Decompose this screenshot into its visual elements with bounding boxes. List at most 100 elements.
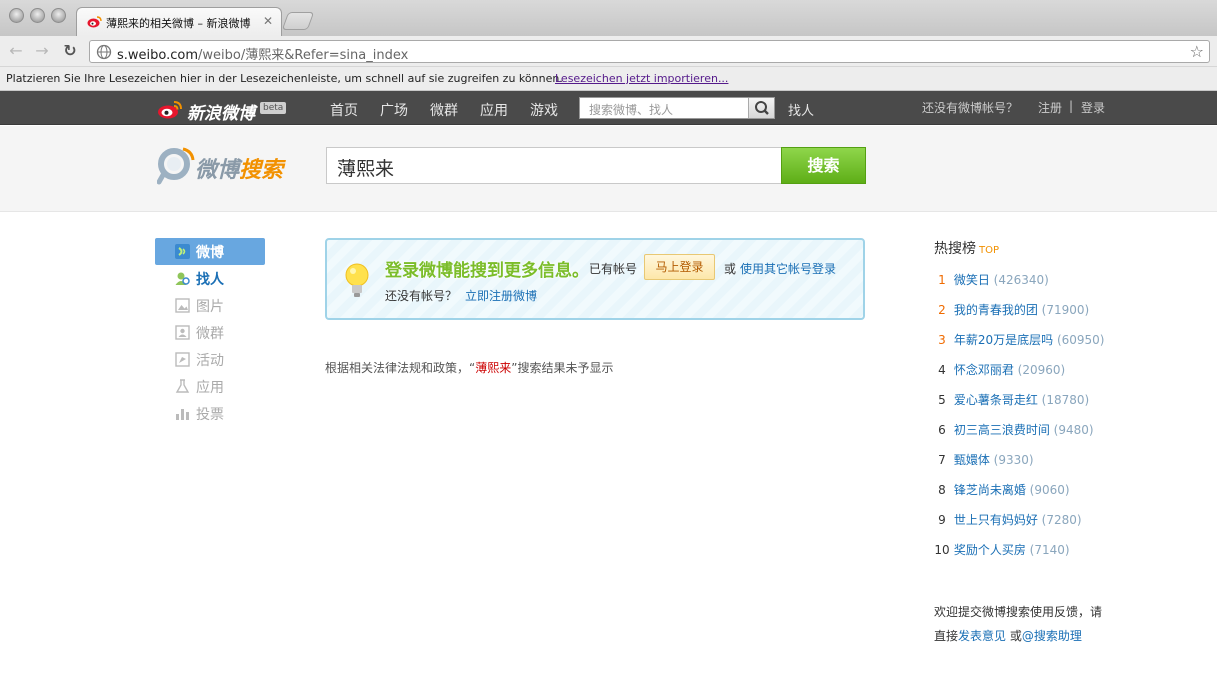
sidebar-item-groups[interactable]: 微群 (155, 319, 265, 346)
hot-count: (60950) (1056, 333, 1105, 347)
tab-close-icon[interactable]: ✕ (263, 14, 273, 28)
hot-topic[interactable]: 锋芝尚未离婚 (954, 483, 1026, 497)
nav-square[interactable]: 广场 (380, 100, 408, 120)
main-search-input[interactable]: 薄熙来 (326, 147, 782, 184)
reload-icon[interactable]: ↻ (60, 40, 80, 62)
hot-item[interactable]: 7 甄嬛体 (9330) (934, 451, 1034, 468)
browser-tab-bar: 薄熙来的相关微博 – 新浪微博 ✕ (0, 0, 1217, 36)
other-account-login-link[interactable]: 使用其它帐号登录 (740, 260, 836, 277)
sidebar-item-people[interactable]: 找人 (155, 265, 265, 292)
sidebar-item-images[interactable]: 图片 (155, 292, 265, 319)
hot-search-list: 热搜榜 TOP 1 微笑日 (426340) 2 我的青春我的团 (71900) … (934, 238, 1134, 557)
search-logo-part2: 搜索 (239, 158, 284, 183)
hot-topic[interactable]: 我的青春我的团 (954, 303, 1038, 317)
register-now-link[interactable]: 立即注册微博 (465, 287, 537, 304)
hot-item[interactable]: 3 年薪20万是底层吗 (60950) (934, 331, 1104, 348)
hot-rank: 9 (938, 513, 946, 527)
weibo-favicon-icon (87, 16, 102, 28)
sidebar-item-weibo[interactable]: 微博 (155, 238, 265, 265)
url-text[interactable]: s.weibo.com/weibo/薄熙来&Refer=sina_index (117, 44, 408, 63)
hot-rank: 10 (934, 543, 950, 557)
top-search-placeholder: 搜索微博、找人 (589, 103, 674, 117)
hot-count: (9060) (1029, 483, 1070, 497)
hot-topic[interactable]: 年薪20万是底层吗 (954, 333, 1053, 347)
no-account-text: 还没有微博帐号？ (922, 101, 1019, 115)
top-badge: TOP (979, 245, 1000, 256)
hot-rank: 2 (938, 303, 946, 317)
sidebar-item-label: 应用 (196, 380, 224, 396)
import-bookmarks-link[interactable]: Lesezeichen jetzt importieren... (555, 72, 728, 85)
new-tab-button[interactable] (281, 12, 315, 30)
hot-item[interactable]: 8 锋芝尚未离婚 (9060) (934, 481, 1070, 498)
top-search-button[interactable] (748, 98, 774, 118)
sidebar-item-label: 微群 (196, 326, 224, 342)
hot-rank: 6 (938, 423, 946, 437)
bookmarks-message: Platzieren Sie Ihre Lesezeichen hier in … (6, 72, 563, 85)
hot-count: (9330) (993, 453, 1034, 467)
search-header: 微博搜索 薄熙来 搜索 (0, 126, 1217, 212)
register-link[interactable]: 注册 (1038, 99, 1062, 116)
hot-item[interactable]: 4 怀念邓丽君 (20960) (934, 361, 1065, 378)
nav-home[interactable]: 首页 (330, 100, 358, 120)
hot-count: (18780) (1041, 393, 1090, 407)
hot-item[interactable]: 1 微笑日 (426340) (934, 271, 1049, 288)
bookmark-star-icon[interactable]: ☆ (1190, 42, 1204, 61)
browser-toolbar: ← → ↻ s.weibo.com/weibo/薄熙来&Refer=sina_i… (0, 36, 1217, 67)
globe-icon (96, 44, 112, 60)
hot-topic[interactable]: 初三高三浪费时间 (954, 423, 1050, 437)
hot-topic[interactable]: 世上只有妈妈好 (954, 513, 1038, 527)
hot-topic[interactable]: 怀念邓丽君 (954, 363, 1014, 377)
search-logo-icon (157, 147, 195, 185)
beta-badge: beta (260, 102, 287, 114)
sidebar-item-events[interactable]: 活动 (155, 346, 265, 373)
top-search-input[interactable]: 搜索微博、找人 (579, 97, 775, 119)
hot-item[interactable]: 6 初三高三浪费时间 (9480) (934, 421, 1093, 438)
close-window-button[interactable] (9, 8, 24, 23)
hot-topic[interactable]: 爱心薯条哥走红 (954, 393, 1038, 407)
hot-rank: 4 (938, 363, 946, 377)
sidebar-item-apps[interactable]: 应用 (155, 373, 265, 400)
zoom-window-button[interactable] (51, 8, 66, 23)
forward-arrow-icon[interactable]: → (32, 40, 52, 62)
weibo-search-logo[interactable]: 微博搜索 (157, 144, 297, 188)
image-icon (175, 298, 190, 313)
hot-topic[interactable]: 奖励个人买房 (954, 543, 1026, 557)
sidebar-item-label: 投票 (196, 407, 224, 423)
hot-item[interactable]: 5 爱心薯条哥走红 (18780) (934, 391, 1089, 408)
hot-count: (426340) (993, 273, 1049, 287)
hot-item[interactable]: 2 我的青春我的团 (71900) (934, 301, 1089, 318)
login-link[interactable]: 登录 (1081, 99, 1105, 116)
login-now-button[interactable]: 马上登录 (644, 254, 715, 280)
address-bar[interactable]: s.weibo.com/weibo/薄熙来&Refer=sina_index ☆ (89, 40, 1210, 63)
censored-keyword: 薄熙来 (475, 361, 512, 375)
minimize-window-button[interactable] (30, 8, 45, 23)
feedback-prefix: 直接 (934, 629, 959, 643)
hot-list-title: 热搜榜 TOP (934, 238, 1134, 258)
has-account-text: 已有帐号 (589, 262, 638, 276)
back-arrow-icon[interactable]: ← (6, 40, 26, 62)
weibo-icon (175, 244, 190, 259)
browser-tab[interactable]: 薄熙来的相关微博 – 新浪微博 ✕ (76, 7, 282, 36)
lightbulb-icon (345, 263, 369, 297)
hot-item[interactable]: 9 世上只有妈妈好 (7280) (934, 511, 1081, 528)
group-icon (175, 325, 190, 340)
search-assistant-link[interactable]: @搜索助理 (1022, 629, 1082, 643)
hot-topic[interactable]: 甄嬛体 (954, 453, 990, 467)
nav-groups[interactable]: 微群 (430, 100, 458, 120)
or-text: 或 (724, 262, 737, 276)
search-category-sidebar: 微博 找人 图片 微群 活动 应用 投票 (155, 238, 265, 427)
hot-item[interactable]: 10 奖励个人买房 (7140) (934, 541, 1069, 558)
weibo-eye-icon (158, 101, 182, 119)
censorship-suffix: ”搜索结果未予显示 (511, 361, 614, 375)
nav-games[interactable]: 游戏 (530, 100, 558, 120)
hot-topic[interactable]: 微笑日 (954, 273, 990, 287)
search-logo-text: 微博搜索 (195, 152, 283, 184)
find-people-link[interactable]: 找人 (788, 100, 814, 119)
feedback-link[interactable]: 发表意见 (958, 629, 1006, 643)
search-query: 薄熙来 (337, 158, 395, 180)
nav-apps[interactable]: 应用 (480, 100, 508, 120)
sidebar-item-votes[interactable]: 投票 (155, 400, 265, 427)
search-button[interactable]: 搜索 (781, 147, 866, 184)
vote-icon (176, 409, 189, 420)
event-icon (175, 352, 190, 367)
